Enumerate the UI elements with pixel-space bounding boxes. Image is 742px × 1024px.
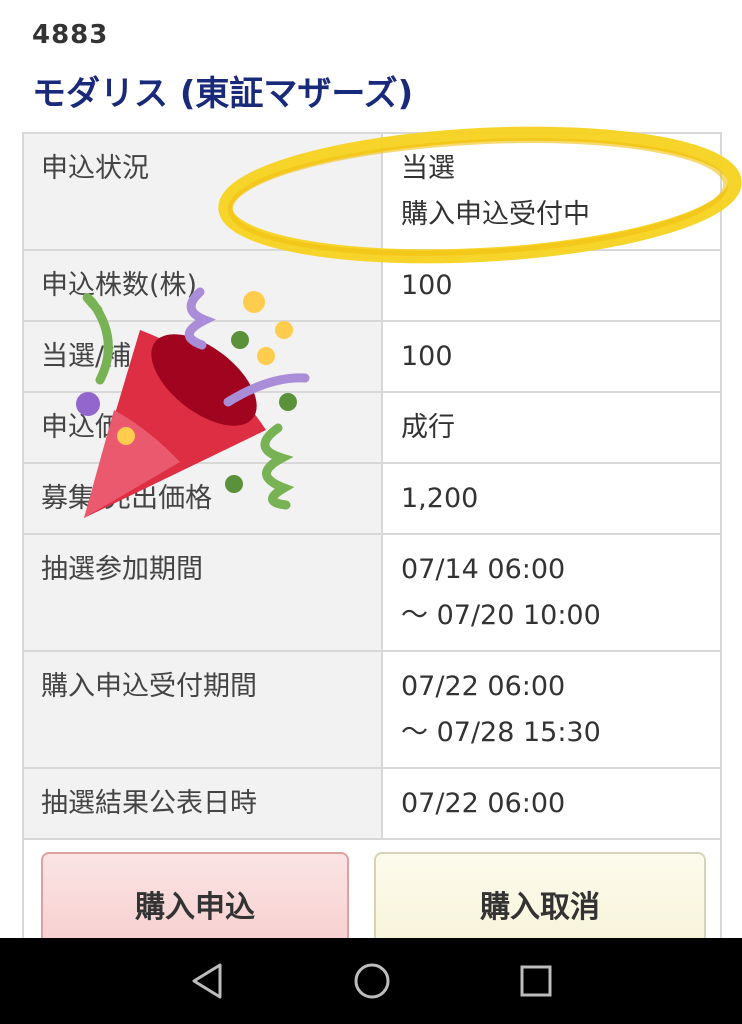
purchase-cancel-button[interactable]: 購入取消: [374, 852, 706, 938]
result-date-value: 07/22 06:00: [381, 767, 722, 840]
stock-code: 4883: [32, 20, 109, 50]
result-date-label: 抽選結果公表日時: [22, 767, 383, 840]
purchase-apply-button[interactable]: 購入申込: [41, 852, 349, 938]
lottery-period-label: 抽選参加期間: [22, 533, 383, 652]
price-value: 成行: [381, 391, 722, 464]
android-nav-bar: [0, 938, 742, 1024]
lottery-period-end: ～ 07/20 10:00: [401, 600, 601, 631]
lottery-period-value: 07/14 06:00 ～ 07/20 10:00: [381, 533, 722, 652]
table-row: 抽選参加期間 07/14 06:00 ～ 07/20 10:00: [22, 533, 722, 652]
status-detail: 購入申込受付中: [401, 199, 590, 230]
offer-price-value: 1,200: [381, 462, 722, 535]
action-buttons: 購入申込 購入取消: [22, 837, 722, 938]
table-row: 購入申込受付期間 07/22 06:00 ～ 07/28 15:30: [22, 650, 722, 769]
status-row: 申込状況 当選 購入申込受付中: [22, 132, 722, 251]
back-triangle-icon[interactable]: [178, 956, 238, 1006]
won-shares-value: 100: [381, 320, 722, 393]
lottery-period-start: 07/14 06:00: [401, 554, 566, 585]
purchase-period-value: 07/22 06:00 ～ 07/28 15:30: [381, 650, 722, 769]
purchase-period-label: 購入申込受付期間: [22, 650, 383, 769]
status-label: 申込状況: [22, 132, 383, 251]
party-popper-icon: [76, 287, 310, 518]
recent-apps-square-icon[interactable]: [506, 956, 566, 1006]
home-circle-icon[interactable]: [342, 956, 402, 1006]
purchase-period-end: ～ 07/28 15:30: [401, 717, 601, 748]
table-row: 抽選結果公表日時 07/22 06:00: [22, 767, 722, 840]
shares-value: 100: [381, 249, 722, 322]
stock-name: モダリス (東証マザーズ): [32, 74, 414, 114]
status-value: 当選 購入申込受付中: [381, 132, 722, 251]
purchase-period-start: 07/22 06:00: [401, 671, 566, 702]
status-result: 当選: [401, 153, 455, 184]
